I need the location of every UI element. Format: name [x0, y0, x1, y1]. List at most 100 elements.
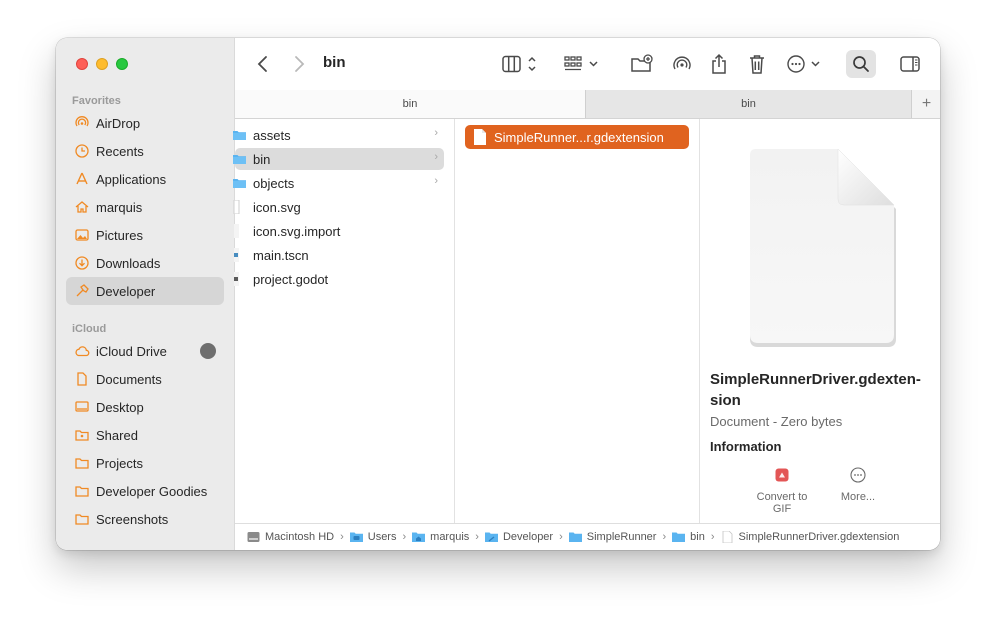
list-item-selected-file[interactable]: SimpleRunner...r.gdextension	[465, 125, 689, 149]
icloud-status-icon	[200, 343, 216, 359]
view-columns-button[interactable]	[501, 50, 541, 78]
path-crumb-marquis[interactable]: marquis ›	[412, 531, 485, 543]
folder-icon	[672, 531, 686, 543]
sidebar-item-documents[interactable]: Documents	[66, 365, 224, 393]
list-item-bin[interactable]: bin ›	[233, 148, 444, 170]
sidebar-item-downloads[interactable]: Downloads	[66, 249, 224, 277]
sidebar-item-applications[interactable]: Applications	[66, 165, 224, 193]
home-folder-icon	[412, 531, 426, 543]
more-actions-button[interactable]	[785, 50, 825, 78]
chevron-left-icon	[257, 56, 267, 72]
share-button[interactable]	[707, 50, 731, 78]
sidebar-item-marquis[interactable]: marquis	[66, 193, 224, 221]
cloud-icon	[74, 343, 90, 359]
tab-label: bin	[402, 98, 418, 110]
columns-view-icon	[502, 55, 536, 73]
list-item-icon-svg-import[interactable]: icon.svg.import	[233, 220, 444, 242]
sidebar-item-developer-goodies[interactable]: Developer Goodies	[66, 477, 224, 505]
sidebar-item-recents[interactable]: Recents	[66, 137, 224, 165]
row-label: SimpleRunner...r.gdextension	[494, 129, 664, 145]
sidebar-right-icon	[900, 56, 920, 72]
tab-bin-active[interactable]: bin	[235, 90, 586, 118]
sidebar-item-projects[interactable]: Projects	[66, 449, 224, 477]
path-separator: ›	[475, 531, 479, 543]
tab-bin-inactive[interactable]: bin	[586, 90, 912, 118]
new-folder-icon	[631, 54, 653, 72]
list-item-assets[interactable]: assets ›	[233, 124, 444, 146]
folder-icon	[568, 531, 582, 543]
back-button[interactable]	[251, 50, 275, 78]
desktop-icon	[74, 399, 90, 415]
preview-pane: SimpleRunnerDriver.gdexten- sion Documen…	[700, 119, 940, 523]
sidebar-item-developer[interactable]: Developer	[66, 277, 224, 305]
path-crumb-file[interactable]: SimpleRunnerDriver.gdextension	[721, 531, 900, 543]
scene-file-icon	[233, 248, 247, 262]
folder-icon	[74, 455, 90, 471]
sidebar-item-label: Screenshots	[96, 511, 169, 527]
home-icon	[74, 199, 90, 215]
document-preview-icon	[750, 148, 896, 347]
action-label-line1: Convert to	[756, 491, 808, 503]
path-crumb-simplerunner[interactable]: SimpleRunner ›	[568, 531, 672, 543]
preview-pane-button[interactable]	[897, 50, 923, 78]
clock-icon	[74, 143, 90, 159]
path-separator: ›	[559, 531, 563, 543]
group-button[interactable]	[563, 50, 603, 78]
folder-icon	[233, 152, 247, 166]
convert-gif-icon	[774, 467, 790, 483]
information-heading: Information	[710, 439, 782, 454]
airdrop-button[interactable]	[669, 50, 695, 78]
sidebar-item-label: Documents	[96, 371, 162, 387]
chevron-right-icon	[295, 56, 305, 72]
close-button[interactable]	[76, 58, 88, 70]
list-item-project-godot[interactable]: project.godot	[234, 268, 444, 290]
path-crumb-users[interactable]: Users ›	[349, 531, 412, 543]
crumb-label: Macintosh HD	[265, 531, 335, 543]
sidebar-item-label: Downloads	[96, 255, 161, 271]
tab-label: bin	[741, 98, 756, 110]
file-icon	[233, 224, 247, 238]
sidebar-item-pictures[interactable]: Pictures	[66, 221, 224, 249]
sidebar-item-label: Desktop	[96, 399, 144, 415]
download-icon	[74, 255, 90, 271]
tab-bar: bin bin +	[235, 90, 940, 119]
list-item-main-tscn[interactable]: main.tscn	[233, 244, 444, 266]
new-folder-button[interactable]	[629, 50, 655, 78]
path-crumb-macintosh-hd[interactable]: Macintosh HD ›	[247, 531, 350, 543]
list-item-icon-svg[interactable]: icon.svg	[233, 196, 444, 218]
list-item-objects[interactable]: objects ›	[233, 172, 444, 194]
path-separator: ›	[402, 531, 407, 543]
sidebar-item-shared[interactable]: Shared	[66, 421, 224, 449]
search-button[interactable]	[846, 50, 876, 78]
zoom-button[interactable]	[116, 58, 128, 70]
crumb-label: SimpleRunner	[586, 531, 657, 543]
new-tab-button[interactable]: +	[913, 90, 940, 118]
column-project: assets › bin › objects › icon.svg icon.s…	[233, 119, 455, 523]
sidebar-item-airdrop[interactable]: AirDrop	[66, 109, 224, 137]
forward-button[interactable]	[287, 50, 311, 78]
sidebar-item-screenshots[interactable]: Screenshots	[66, 505, 224, 533]
crumb-label: Developer	[502, 531, 554, 543]
crumb-label: SimpleRunnerDriver.gdextension	[738, 531, 900, 543]
path-crumb-bin[interactable]: bin ›	[672, 531, 720, 543]
sidebar-item-desktop[interactable]: Desktop	[66, 393, 224, 421]
icloud-label: iCloud	[72, 323, 107, 335]
more-button[interactable]: More...	[823, 467, 893, 503]
row-label: project.godot	[253, 271, 329, 287]
minimize-button[interactable]	[96, 58, 108, 70]
window-title: bin	[323, 54, 346, 71]
row-label: icon.svg.import	[253, 223, 341, 239]
favorites-label: Favorites	[72, 95, 121, 107]
file-icon	[721, 531, 734, 543]
folder-icon	[233, 176, 247, 190]
trash-button[interactable]	[745, 50, 769, 78]
row-label: icon.svg	[253, 199, 301, 215]
chevron-right-icon: ›	[434, 151, 438, 163]
crumb-label: Users	[367, 531, 397, 543]
sidebar-item-label: marquis	[96, 199, 143, 215]
sidebar-item-icloud-drive[interactable]: iCloud Drive	[66, 337, 224, 365]
path-crumb-developer[interactable]: Developer ›	[484, 531, 569, 543]
path-separator: ›	[710, 531, 715, 543]
convert-to-gif-button[interactable]: Convert to GIF	[747, 467, 817, 515]
toolbar: bin	[235, 38, 940, 90]
